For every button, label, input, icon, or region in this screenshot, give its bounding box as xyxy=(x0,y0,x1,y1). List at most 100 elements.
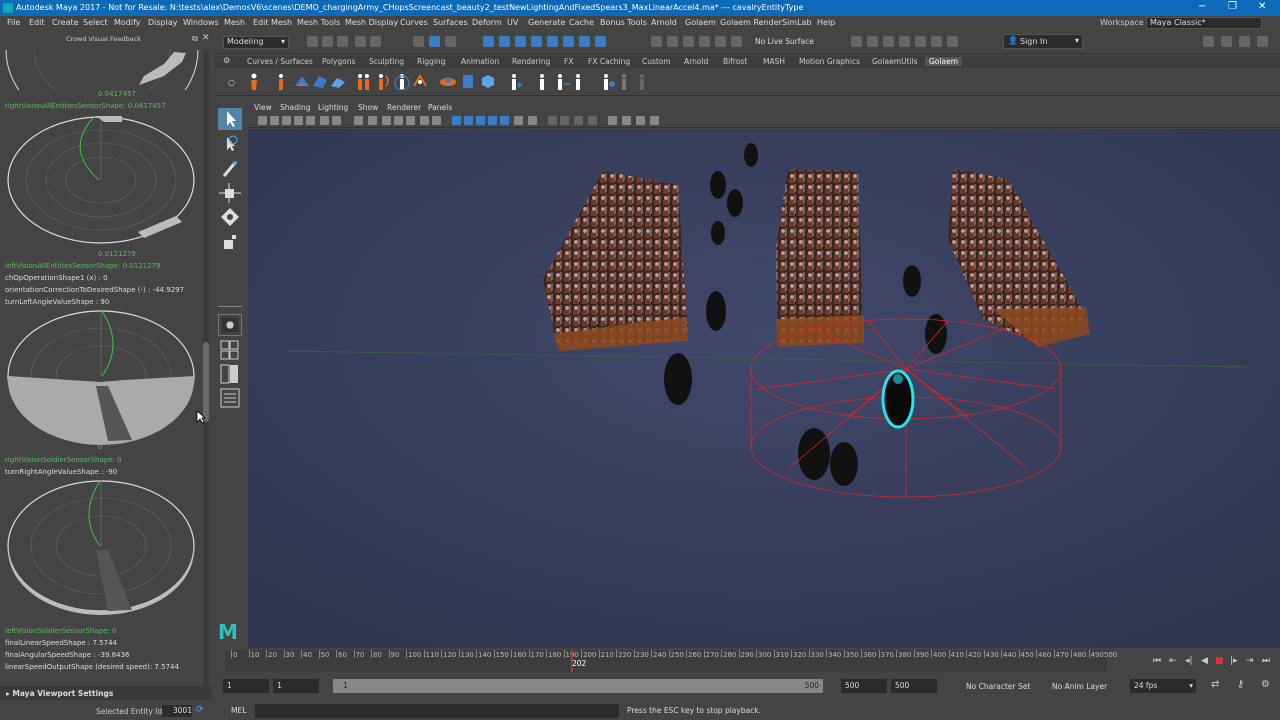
shelf-menu-icon[interactable]: ○ xyxy=(228,78,235,87)
menu-simlab[interactable]: SimLab xyxy=(782,18,812,27)
menu-windows[interactable]: Windows xyxy=(183,18,219,27)
smooth-shade-icon[interactable] xyxy=(368,116,377,125)
wireframe-icon[interactable] xyxy=(354,116,363,125)
snap-point-icon[interactable] xyxy=(515,36,526,47)
layout-icon[interactable] xyxy=(479,72,497,90)
character-set-select[interactable]: No Character Set xyxy=(966,682,1030,691)
timeline-ruler[interactable]: 0 10 20 30 40 50 60 70 80 90 100 110 120 130 140 150 160… xyxy=(225,650,1117,672)
menu-show[interactable]: Show xyxy=(358,103,378,112)
target-icon[interactable] xyxy=(731,36,742,47)
menu-mesh[interactable]: Mesh xyxy=(224,18,245,27)
outliner-layout-icon[interactable] xyxy=(218,388,242,410)
redo-icon[interactable] xyxy=(370,36,381,47)
attribute-editor-icon[interactable] xyxy=(1221,36,1232,47)
shadows-icon[interactable] xyxy=(432,116,441,125)
move-tool-icon[interactable] xyxy=(218,182,242,204)
anti-aliasing-icon[interactable] xyxy=(500,116,509,125)
menu-mesh-display[interactable]: Mesh Display xyxy=(345,18,398,27)
tab-fx[interactable]: FX xyxy=(564,57,573,66)
minimize-button[interactable]: − xyxy=(1198,1,1206,12)
stop-simulation-icon[interactable] xyxy=(571,72,589,90)
camera-icon[interactable] xyxy=(270,116,279,125)
film-gate-icon[interactable] xyxy=(306,116,315,125)
cache-proxy-icon[interactable] xyxy=(459,72,477,90)
menu-golaem[interactable]: Golaem xyxy=(685,18,716,27)
tab-golaemutils[interactable]: GolaemUtils xyxy=(872,57,918,66)
viewport-settings-toggle[interactable]: ▸ Maya Viewport Settings xyxy=(0,686,212,700)
gamma-icon[interactable] xyxy=(608,116,617,125)
go-to-start-icon[interactable]: ⏮ xyxy=(1153,656,1161,666)
population-tool-icon[interactable] xyxy=(293,72,311,90)
menu-surfaces[interactable]: Surfaces xyxy=(433,18,468,27)
panel-scrollbar[interactable] xyxy=(203,50,209,700)
menu-select[interactable]: Select xyxy=(83,18,108,27)
motion-blur-icon[interactable] xyxy=(488,116,497,125)
resolution-gate-icon[interactable] xyxy=(332,116,341,125)
channel-box-icon[interactable] xyxy=(1257,36,1268,47)
isolate-select-icon[interactable] xyxy=(452,116,461,125)
start-time-field[interactable]: 1 xyxy=(223,679,269,693)
lasso-icon[interactable] xyxy=(429,36,440,47)
snap-view-icon[interactable] xyxy=(531,36,542,47)
gear-icon[interactable]: ⚙ xyxy=(223,56,230,65)
play-backward-icon[interactable]: ◀ xyxy=(1201,656,1208,666)
selected-entity-field[interactable]: 3001 xyxy=(162,705,192,717)
grid-icon[interactable] xyxy=(320,116,329,125)
xray-joints-icon[interactable] xyxy=(464,116,473,125)
menu-renderer[interactable]: Renderer xyxy=(387,103,421,112)
perception-icon[interactable] xyxy=(393,72,411,90)
render-settings-icon[interactable] xyxy=(899,36,910,47)
lock-icon[interactable] xyxy=(595,36,606,47)
perspective-viewport[interactable] xyxy=(248,129,1280,648)
run-simulation-icon[interactable] xyxy=(535,72,553,90)
snap-vertex-icon[interactable] xyxy=(563,36,574,47)
snap-grid-icon[interactable] xyxy=(483,36,494,47)
menu-panels[interactable]: Panels xyxy=(428,103,452,112)
tab-curves-surfaces[interactable]: Curves / Surfaces xyxy=(247,57,313,66)
tab-rendering[interactable]: Rendering xyxy=(512,57,550,66)
workspace-select[interactable]: Maya Classic* xyxy=(1146,17,1262,29)
construction-icon[interactable] xyxy=(699,36,710,47)
step-forward-key-icon[interactable]: ⇥ xyxy=(1246,656,1254,666)
tab-mash[interactable]: MASH xyxy=(763,57,785,66)
step-back-key-icon[interactable]: ⇤ xyxy=(1169,656,1177,666)
tab-sculpting[interactable]: Sculpting xyxy=(369,57,404,66)
close-button[interactable]: ✕ xyxy=(1258,1,1266,12)
image-plane-icon[interactable] xyxy=(294,116,303,125)
four-view-layout-icon[interactable] xyxy=(218,340,242,362)
depth-of-field-icon[interactable] xyxy=(514,116,523,125)
go-to-end-icon[interactable]: ⏭ xyxy=(1262,656,1270,666)
sign-in-button[interactable]: Sign In 👤 ▾ xyxy=(1003,34,1083,49)
lasso-tool-icon[interactable] xyxy=(218,134,242,156)
ambient-occlusion-icon[interactable] xyxy=(476,116,485,125)
anim-layer-select[interactable]: No Anim Layer xyxy=(1052,682,1107,691)
bookmark-icon[interactable] xyxy=(282,116,291,125)
character-maker-icon[interactable] xyxy=(599,72,617,90)
rotate-tool-icon[interactable] xyxy=(218,206,242,228)
snap-curve-icon[interactable] xyxy=(499,36,510,47)
scale-tool-icon[interactable] xyxy=(218,232,242,254)
crowd-field-icon[interactable] xyxy=(275,72,293,90)
auto-key-icon[interactable]: ⚷ xyxy=(1237,679,1244,690)
selected-cavalry-entity[interactable] xyxy=(881,369,915,429)
maximize-button[interactable]: ❐ xyxy=(1228,1,1237,12)
snap-surface-icon[interactable] xyxy=(547,36,558,47)
tab-custom[interactable]: Custom xyxy=(642,57,671,66)
run-simulation-alt-icon[interactable] xyxy=(553,72,571,90)
xray-icon[interactable] xyxy=(394,116,403,125)
menu-modify[interactable]: Modify xyxy=(114,18,141,27)
navmesh-icon[interactable] xyxy=(311,72,329,90)
loop-icon[interactable]: ⇄ xyxy=(1211,679,1219,690)
tab-rigging[interactable]: Rigging xyxy=(417,57,445,66)
menu-bonus-tools[interactable]: Bonus Tools xyxy=(600,18,647,27)
menu-shading[interactable]: Shading xyxy=(280,103,310,112)
step-back-frame-icon[interactable]: ◂| xyxy=(1185,656,1193,666)
menu-cache[interactable]: Cache xyxy=(569,18,594,27)
two-view-layout-icon[interactable] xyxy=(218,364,242,386)
modeling-toolkit-icon[interactable] xyxy=(1203,36,1214,47)
tab-arnold[interactable]: Arnold xyxy=(684,57,708,66)
menu-mesh-tools[interactable]: Mesh Tools xyxy=(297,18,340,27)
select-arrow-icon[interactable] xyxy=(218,108,242,130)
isolate-icon[interactable] xyxy=(528,116,537,125)
playback-start-field[interactable]: 1 xyxy=(273,679,319,693)
